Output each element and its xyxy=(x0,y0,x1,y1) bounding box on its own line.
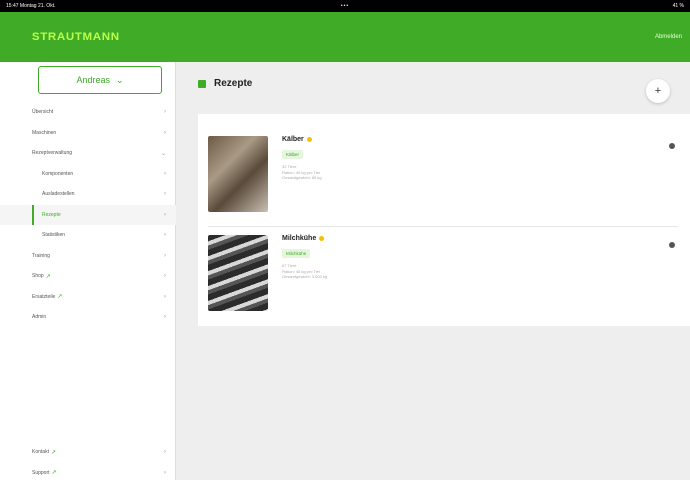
external-link-icon: ↗ xyxy=(57,294,63,301)
sidebar-item-training[interactable]: Training › xyxy=(0,246,176,267)
sidebar-item-label: Ersatzteile xyxy=(32,293,56,300)
view-icon[interactable] xyxy=(666,140,678,152)
sidebar-item-uebersicht[interactable]: Übersicht › xyxy=(0,102,176,123)
sidebar-item-maschinen[interactable]: Maschinen › xyxy=(0,123,176,144)
battery-status: 41 % xyxy=(672,3,684,9)
recipe-name: Kälber xyxy=(282,136,322,143)
logout-link[interactable]: Abmelden xyxy=(655,34,682,40)
chevron-right-icon: › xyxy=(164,252,166,259)
recipe-badge: Milchkühe xyxy=(282,249,311,258)
external-link-icon: ↗ xyxy=(45,273,51,280)
list-item[interactable]: Kälber Kälber 32 Tiere Ration: 40 kg pro… xyxy=(208,132,678,222)
recipe-image xyxy=(208,235,268,311)
sidebar-item-label: Admin xyxy=(32,314,47,321)
sidebar-item-label: Rezepte xyxy=(42,211,61,218)
user-name: Andreas xyxy=(76,75,110,85)
sidebar-item-support[interactable]: Support ↗ › xyxy=(0,463,176,480)
external-link-icon: ↗ xyxy=(50,449,56,456)
chevron-right-icon: › xyxy=(164,314,166,321)
chevron-right-icon: › xyxy=(164,449,166,456)
recipe-name-text: Milchkühe xyxy=(282,235,317,242)
external-link-icon: ↗ xyxy=(51,470,57,477)
status-bar: 15:47 Montag 21. Okt. ••• 41 % xyxy=(0,0,690,12)
chevron-right-icon: › xyxy=(164,191,166,198)
add-recipe-button[interactable]: + xyxy=(646,79,670,103)
chevron-right-icon: › xyxy=(164,232,166,239)
sidebar-item-label: Rezeptverwaltung xyxy=(32,150,73,157)
recipe-detail: Gesamtgewicht: 80 kg xyxy=(282,175,322,180)
sidebar-item-admin[interactable]: Admin › xyxy=(0,307,176,328)
recipe-info: Kälber Kälber 32 Tiere Ration: 40 kg pro… xyxy=(282,136,322,181)
recipe-badge: Kälber xyxy=(282,150,304,159)
chevron-right-icon: › xyxy=(164,109,166,116)
view-icon[interactable] xyxy=(666,239,678,251)
chevron-right-icon: › xyxy=(164,170,166,177)
sidebar-item-label: Kontakt xyxy=(32,449,49,456)
sidebar: Andreas ⌄ Übersicht › Maschinen › Rezept… xyxy=(0,62,176,480)
recipe-detail: Gesamtgewicht: 3.000 kg xyxy=(282,274,328,279)
chevron-right-icon: › xyxy=(164,273,166,280)
sidebar-item-statistiken[interactable]: Statistiken › xyxy=(0,225,176,246)
sidebar-item-label: Komponenten xyxy=(42,170,74,177)
list-item[interactable]: Milchkühe Milchkühe 67 Tiere Ration: 45 … xyxy=(208,226,678,316)
sidebar-item-label: Übersicht xyxy=(32,109,54,116)
sidebar-item-komponenten[interactable]: Komponenten › xyxy=(0,164,176,185)
chevron-down-icon: ⌄ xyxy=(160,150,166,157)
recipe-image xyxy=(208,136,268,212)
main-content: Rezepte + Kälber Kälber 32 Tiere Ration:… xyxy=(176,62,690,480)
sidebar-item-rezeptverwaltung[interactable]: Rezeptverwaltung ⌄ xyxy=(0,143,176,164)
chevron-right-icon: › xyxy=(164,211,166,218)
page-title-text: Rezepte xyxy=(214,78,253,89)
sidebar-item-label: Maschinen xyxy=(32,129,57,136)
chevron-right-icon: › xyxy=(164,293,166,300)
sidebar-item-shop[interactable]: Shop ↗ › xyxy=(0,266,176,287)
favorite-star-icon[interactable] xyxy=(319,236,325,241)
sidebar-bottom-nav: Kontakt ↗ › Support ↗ › xyxy=(0,442,176,480)
brand-logo: STRAUTMANN xyxy=(31,31,120,43)
page-title: Rezepte xyxy=(198,78,252,89)
chevron-right-icon: › xyxy=(164,469,166,476)
sidebar-item-label: Shop xyxy=(32,273,44,280)
chevron-right-icon: › xyxy=(164,129,166,136)
status-time: 15:47 Montag 21. Okt. xyxy=(6,3,56,9)
recipe-info: Milchkühe Milchkühe 67 Tiere Ration: 45 … xyxy=(282,235,327,280)
recipe-name-text: Kälber xyxy=(282,136,304,143)
app-header: STRAUTMANN Abmelden xyxy=(0,12,690,62)
sidebar-nav: Übersicht › Maschinen › Rezeptverwaltung… xyxy=(0,102,176,328)
sidebar-item-kontakt[interactable]: Kontakt ↗ › xyxy=(0,442,176,463)
recipe-list: Kälber Kälber 32 Tiere Ration: 40 kg pro… xyxy=(198,114,690,326)
sidebar-item-label: Ausladestellen xyxy=(42,191,75,198)
sidebar-item-label: Training xyxy=(32,252,50,259)
sidebar-item-ersatzteile[interactable]: Ersatzteile ↗ › xyxy=(0,287,176,308)
sidebar-item-label: Support xyxy=(32,469,50,476)
chevron-down-icon: ⌄ xyxy=(115,74,124,85)
recipe-icon xyxy=(198,79,206,88)
sidebar-item-label: Statistiken xyxy=(42,232,66,239)
plus-icon: + xyxy=(654,85,662,97)
multitasking-dots[interactable]: ••• xyxy=(232,3,458,9)
user-select[interactable]: Andreas ⌄ xyxy=(38,66,162,94)
recipe-name: Milchkühe xyxy=(282,235,327,242)
favorite-star-icon[interactable] xyxy=(306,137,312,142)
sidebar-item-ausladestellen[interactable]: Ausladestellen › xyxy=(0,184,176,205)
sidebar-item-rezepte[interactable]: Rezepte › xyxy=(0,204,176,225)
